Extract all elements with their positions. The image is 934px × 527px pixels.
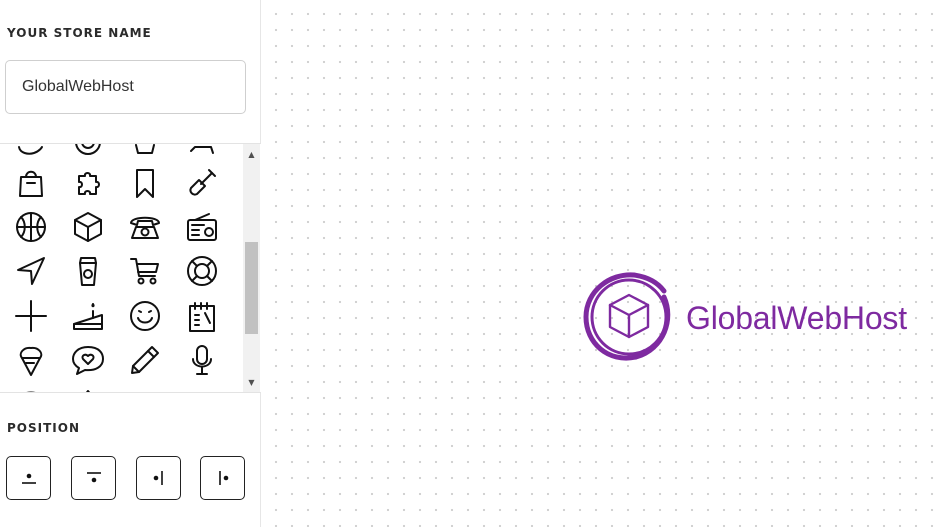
microphone-icon[interactable] [179, 340, 225, 380]
scroll-thumb[interactable] [245, 242, 258, 334]
bag-icon[interactable] [8, 163, 54, 203]
icon-picker: ▲ ▼ [0, 143, 261, 393]
plus-icon[interactable] [8, 296, 54, 336]
smiley-icon[interactable] [122, 296, 168, 336]
partial-icon[interactable] [122, 144, 168, 162]
store-name-input[interactable] [5, 60, 246, 114]
scroll-down-arrow-icon[interactable]: ▼ [243, 375, 260, 389]
position-center-button[interactable] [6, 456, 51, 500]
partial-icon[interactable] [65, 384, 111, 392]
logo-preview: GlobalWebHost [580, 267, 907, 370]
partial-icon[interactable] [8, 384, 54, 392]
radio-icon[interactable] [179, 207, 225, 247]
partial-icon[interactable] [179, 144, 225, 162]
logo-preview-canvas: GlobalWebHost [262, 0, 934, 527]
align-top-icon [86, 472, 101, 483]
cube-icon[interactable] [65, 207, 111, 247]
align-center-icon [21, 473, 36, 484]
position-top-button[interactable] [71, 456, 116, 500]
pencil-icon[interactable] [122, 340, 168, 380]
heart-bubble-icon[interactable] [65, 340, 111, 380]
cake-icon[interactable] [65, 296, 111, 336]
logo-cube-icon [580, 267, 678, 370]
basketball-icon[interactable] [8, 207, 54, 247]
scroll-up-arrow-icon[interactable]: ▲ [243, 147, 260, 161]
bookmark-icon[interactable] [122, 163, 168, 203]
lifebuoy-icon[interactable] [179, 251, 225, 291]
align-right-icon [218, 471, 228, 485]
icon-panel-scrollbar[interactable]: ▲ ▼ [243, 144, 260, 392]
telephone-icon[interactable] [122, 207, 168, 247]
logo-text: GlobalWebHost [686, 300, 907, 336]
navigation-arrow-icon[interactable] [8, 251, 54, 291]
position-label: POSITION [7, 421, 80, 435]
shopping-cart-icon[interactable] [122, 251, 168, 291]
coffee-cup-icon[interactable] [65, 251, 111, 291]
sidebar: YOUR STORE NAME GlobalWebHost ▲ ▼ POSITI… [0, 0, 261, 527]
position-right-button[interactable] [200, 456, 245, 500]
partial-icon[interactable] [8, 144, 54, 162]
notebook-icon[interactable] [179, 296, 225, 336]
ice-cream-icon[interactable] [8, 340, 54, 380]
store-name-label: YOUR STORE NAME [7, 26, 152, 40]
align-left-icon [153, 471, 163, 485]
shovel-icon[interactable] [179, 163, 225, 203]
puzzle-icon[interactable] [65, 163, 111, 203]
position-left-button[interactable] [136, 456, 181, 500]
partial-icon[interactable] [179, 384, 225, 392]
partial-icon[interactable] [122, 384, 168, 392]
partial-icon[interactable] [65, 144, 111, 162]
